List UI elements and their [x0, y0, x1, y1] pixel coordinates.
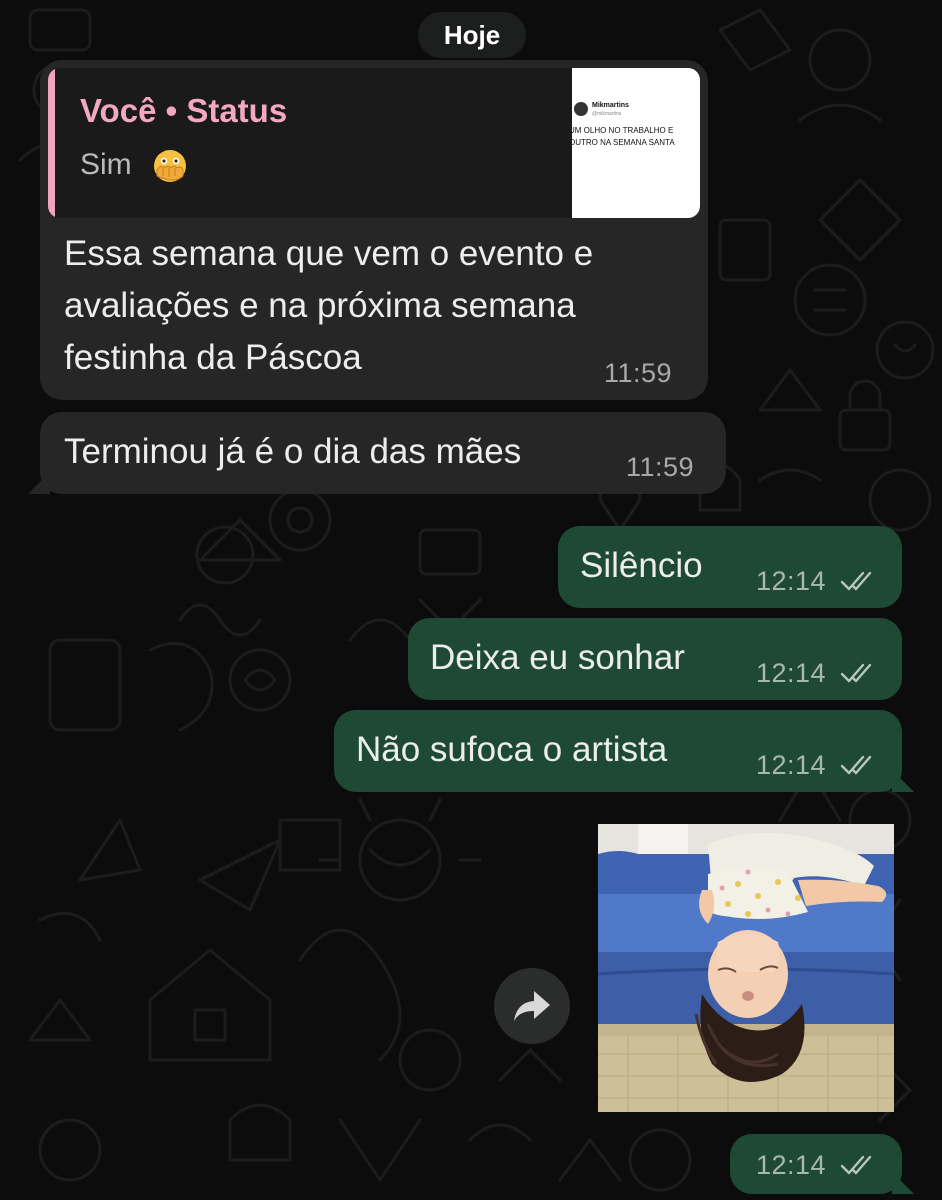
message-text: Terminou já é o dia das mães	[64, 432, 522, 471]
message-time: 11:59	[626, 452, 695, 482]
message-text: Não sufoca o artista	[356, 730, 668, 769]
bubble-tail	[892, 1172, 914, 1194]
message-text: Deixa eu sonhar	[430, 638, 685, 677]
message-time: 12:14	[756, 566, 827, 596]
message-time: 12:14	[756, 1150, 827, 1180]
message-bubble-outgoing[interactable]: Não sufoca o artista 12:14	[334, 710, 914, 792]
quoted-status-reply[interactable]: Você • Status Sim Mikmartins @mikmartins…	[48, 68, 700, 218]
thumbnail-text-line: OUTRO NA SEMANA SANTA	[572, 138, 675, 147]
photo-timestamp-bubble: 12:14	[730, 1134, 914, 1194]
thumbnail-handle: @mikmartins	[592, 111, 622, 117]
message-bubble-outgoing[interactable]: Deixa eu sonhar 12:14	[408, 618, 902, 700]
double-check-icon	[840, 571, 872, 591]
message-time: 12:14	[756, 658, 827, 688]
date-separator: Hoje	[418, 12, 526, 58]
quote-author: Você • Status	[80, 92, 288, 129]
thumbnail-text-line: UM OLHO NO TRABALHO E	[572, 126, 674, 135]
quote-text: Sim	[80, 148, 132, 181]
double-check-icon	[840, 1155, 872, 1175]
thumbnail-avatar	[574, 102, 588, 116]
bubble-tail	[28, 472, 50, 494]
double-check-icon	[840, 663, 872, 683]
message-bubble-outgoing[interactable]: Silêncio 12:14	[558, 526, 902, 608]
message-bubble-incoming[interactable]: Você • Status Sim Mikmartins @mikmartins…	[40, 60, 708, 400]
photo-child-upside-down-on-sofa	[598, 824, 894, 1112]
forward-button[interactable]	[494, 968, 570, 1044]
thumbnail-username: Mikmartins	[592, 102, 629, 109]
chat-screen: Hoje Você • Status Sim Mikmartins @mikma…	[0, 0, 942, 1200]
message-time: 12:14	[756, 750, 827, 780]
message-bubble-incoming[interactable]: Terminou já é o dia das mães 11:59	[28, 412, 726, 494]
double-check-icon	[840, 755, 872, 775]
bubble-tail	[892, 770, 914, 792]
message-text: Essa semana que vem o evento e avaliaçõe…	[64, 234, 594, 377]
face-hand-over-mouth-icon	[154, 150, 186, 182]
message-text: Silêncio	[580, 546, 703, 585]
status-thumbnail[interactable]: Mikmartins @mikmartins UM OLHO NO TRABAL…	[572, 68, 700, 218]
photo-message[interactable]	[598, 824, 894, 1112]
message-time: 11:59	[604, 358, 673, 388]
forward-arrow-icon	[514, 991, 550, 1021]
quote-accent-bar	[48, 68, 55, 218]
